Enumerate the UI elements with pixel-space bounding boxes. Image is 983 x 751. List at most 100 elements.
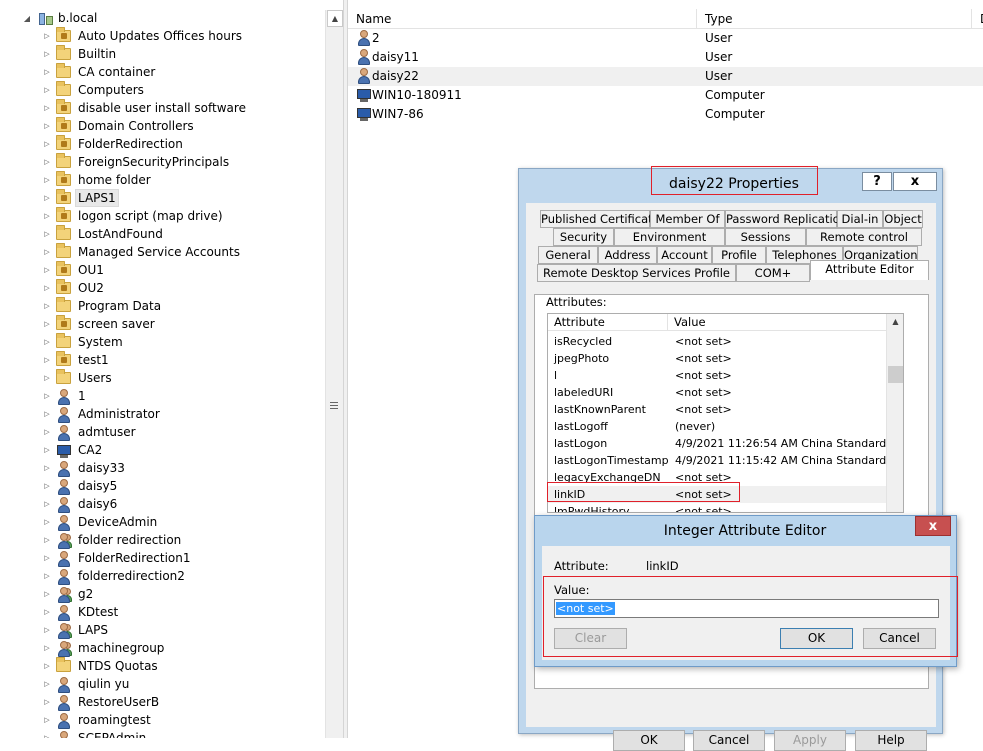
- apply-button[interactable]: Apply: [774, 730, 846, 751]
- tree-item[interactable]: ▷ admtuser: [0, 423, 136, 441]
- tree-item[interactable]: ▷ RestoreUserB: [0, 693, 159, 711]
- tab-password-replication[interactable]: Password Replication: [725, 210, 847, 228]
- tab-sessions[interactable]: Sessions: [725, 228, 806, 246]
- tab-remote-control[interactable]: Remote control: [806, 228, 922, 246]
- expand-arrow-icon[interactable]: ▷: [42, 585, 52, 603]
- attribute-row[interactable]: linkID <not set>: [548, 486, 886, 503]
- tree-item[interactable]: ▷ DeviceAdmin: [0, 513, 157, 531]
- expand-arrow-icon[interactable]: ▷: [42, 603, 52, 621]
- help-button[interactable]: Help: [855, 730, 927, 751]
- tree-root[interactable]: ◢ b.local: [0, 9, 97, 27]
- ok-button[interactable]: OK: [780, 628, 853, 649]
- attribute-row[interactable]: lastLogon 4/9/2021 11:26:54 AM China Stan…: [548, 435, 886, 452]
- tree-item[interactable]: ▷ SCEPAdmin: [0, 729, 146, 738]
- expand-arrow-icon[interactable]: ▷: [42, 99, 52, 117]
- expand-arrow-icon[interactable]: ▷: [42, 693, 52, 711]
- expand-arrow-icon[interactable]: ▷: [42, 423, 52, 441]
- tree-item[interactable]: ▷ Administrator: [0, 405, 160, 423]
- expand-arrow-icon[interactable]: ▷: [42, 639, 52, 657]
- tree-item[interactable]: ▷ daisy6: [0, 495, 117, 513]
- value-input[interactable]: <not set>: [554, 599, 939, 618]
- tab-com[interactable]: COM+: [736, 264, 810, 282]
- tree-item[interactable]: ▷ g2: [0, 585, 93, 603]
- tree-item[interactable]: ▷ FolderRedirection1: [0, 549, 191, 567]
- expand-arrow-icon[interactable]: ▷: [42, 27, 52, 45]
- ok-button[interactable]: OK: [613, 730, 685, 751]
- expand-arrow-icon[interactable]: ▷: [42, 45, 52, 63]
- expand-arrow-icon[interactable]: ▷: [42, 567, 52, 585]
- scroll-up-arrow-icon[interactable]: ▲: [327, 10, 343, 27]
- tab-security[interactable]: Security: [553, 228, 614, 246]
- expand-arrow-icon[interactable]: ▷: [42, 189, 52, 207]
- close-button[interactable]: x: [915, 516, 951, 536]
- expand-arrow-icon[interactable]: ▷: [42, 117, 52, 135]
- close-title-button[interactable]: x: [893, 172, 937, 191]
- tree-item[interactable]: ▷ KDtest: [0, 603, 118, 621]
- collapse-arrow-icon[interactable]: ◢: [22, 9, 32, 27]
- expand-arrow-icon[interactable]: ▷: [42, 261, 52, 279]
- expand-arrow-icon[interactable]: ▷: [42, 405, 52, 423]
- expand-arrow-icon[interactable]: ▷: [42, 333, 52, 351]
- attribute-row[interactable]: legacyExchangeDN <not set>: [548, 469, 886, 486]
- expand-arrow-icon[interactable]: ▷: [42, 315, 52, 333]
- tree-item[interactable]: ▷ folder redirection: [0, 531, 181, 549]
- tree-item[interactable]: ▷ daisy33: [0, 459, 125, 477]
- expand-arrow-icon[interactable]: ▷: [42, 441, 52, 459]
- tree-item[interactable]: ▷ folderredirection2: [0, 567, 185, 585]
- attr-column-attribute[interactable]: Attribute: [548, 314, 668, 331]
- tab-member-of[interactable]: Member Of: [650, 210, 725, 228]
- tab-profile[interactable]: Profile: [712, 246, 766, 264]
- expand-arrow-icon[interactable]: ▷: [42, 531, 52, 549]
- list-row[interactable]: daisy22 User: [348, 67, 983, 86]
- expand-arrow-icon[interactable]: ▷: [42, 243, 52, 261]
- attribute-row[interactable]: lastLogonTimestamp 4/9/2021 11:15:42 AM C…: [548, 452, 886, 469]
- expand-arrow-icon[interactable]: ▷: [42, 729, 52, 738]
- expand-arrow-icon[interactable]: ▷: [42, 171, 52, 189]
- expand-arrow-icon[interactable]: ▷: [42, 549, 52, 567]
- list-row[interactable]: WIN10-180911 Computer: [348, 86, 983, 105]
- list-row[interactable]: WIN7-86 Computer: [348, 105, 983, 124]
- column-name[interactable]: Name: [348, 9, 697, 29]
- expand-arrow-icon[interactable]: ▷: [42, 495, 52, 513]
- expand-arrow-icon[interactable]: ▷: [42, 477, 52, 495]
- tab-dial-in[interactable]: Dial-in: [837, 210, 883, 228]
- attribute-row[interactable]: isRecycled <not set>: [548, 333, 886, 350]
- tab-published-certificates[interactable]: Published Certificates: [540, 210, 666, 228]
- cancel-button[interactable]: Cancel: [693, 730, 765, 751]
- expand-arrow-icon[interactable]: ▷: [42, 513, 52, 531]
- expand-arrow-icon[interactable]: ▷: [42, 279, 52, 297]
- expand-arrow-icon[interactable]: ▷: [42, 459, 52, 477]
- attribute-row[interactable]: l <not set>: [548, 367, 886, 384]
- expand-arrow-icon[interactable]: ▷: [42, 153, 52, 171]
- expand-arrow-icon[interactable]: ▷: [42, 225, 52, 243]
- cancel-button[interactable]: Cancel: [863, 628, 936, 649]
- tree-scrollbar[interactable]: ▲: [325, 10, 343, 738]
- expand-arrow-icon[interactable]: ▷: [42, 135, 52, 153]
- tab-attribute-editor[interactable]: Attribute Editor: [810, 260, 929, 280]
- expand-arrow-icon[interactable]: ▷: [42, 81, 52, 99]
- tab-object[interactable]: Object: [883, 210, 923, 228]
- attribute-list[interactable]: Attribute Value isRecycled <not set> jpegP…: [547, 313, 904, 513]
- tree-item[interactable]: ▷ 1: [0, 387, 86, 405]
- attr-column-value[interactable]: Value: [668, 314, 886, 331]
- attribute-row[interactable]: lastKnownParent <not set>: [548, 401, 886, 418]
- attribute-row[interactable]: labeledURI <not set>: [548, 384, 886, 401]
- attribute-scrollbar[interactable]: ▲: [886, 314, 903, 512]
- expand-arrow-icon[interactable]: ▷: [42, 297, 52, 315]
- list-row[interactable]: daisy11 User: [348, 48, 983, 67]
- column-type[interactable]: Type: [697, 9, 972, 29]
- expand-arrow-icon[interactable]: ▷: [42, 657, 52, 675]
- tree-item[interactable]: ▷ CA2: [0, 441, 102, 459]
- expand-arrow-icon[interactable]: ▷: [42, 621, 52, 639]
- tab-remote-desktop-services-profile[interactable]: Remote Desktop Services Profile: [537, 264, 736, 282]
- help-title-button[interactable]: ?: [862, 172, 892, 191]
- tab-account[interactable]: Account: [657, 246, 712, 264]
- expand-arrow-icon[interactable]: ▷: [42, 351, 52, 369]
- tree-item[interactable]: ▷ daisy5: [0, 477, 117, 495]
- attribute-row[interactable]: lastLogoff (never): [548, 418, 886, 435]
- tree-item[interactable]: ▷ qiulin yu: [0, 675, 129, 693]
- column-description[interactable]: D: [972, 9, 983, 29]
- expand-arrow-icon[interactable]: ▷: [42, 63, 52, 81]
- tab-general[interactable]: General: [538, 246, 598, 264]
- expand-arrow-icon[interactable]: ▷: [42, 675, 52, 693]
